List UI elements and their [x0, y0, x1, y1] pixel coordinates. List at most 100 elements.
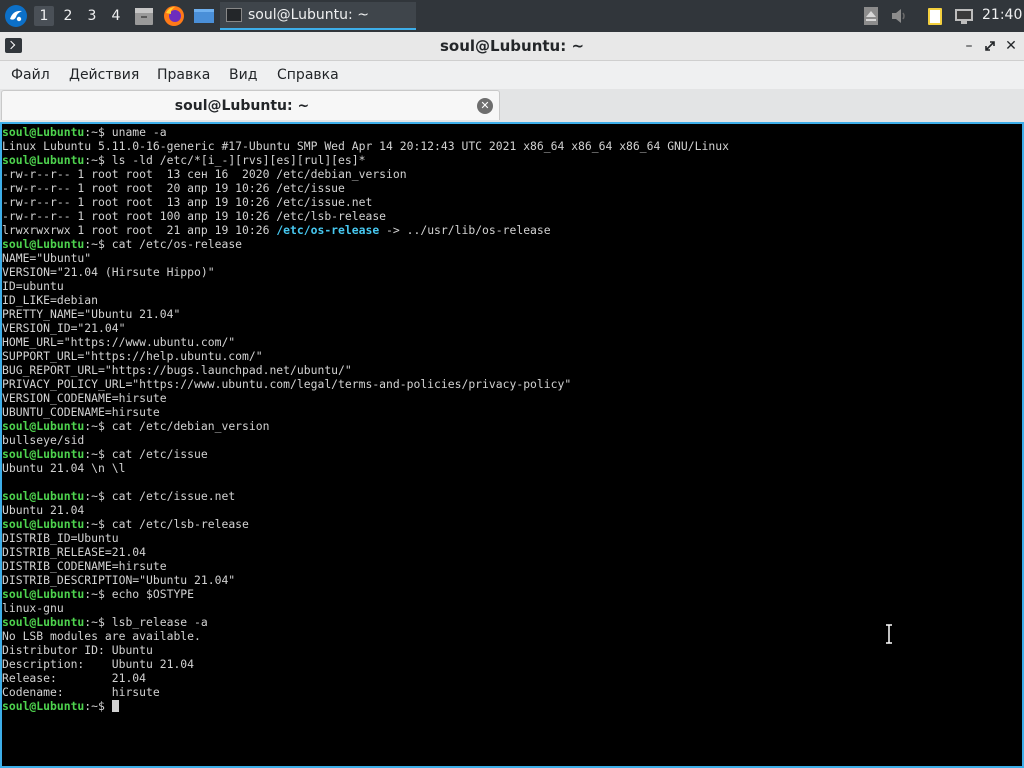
tab-terminal[interactable]: soul@Lubuntu: ~ ✕ [1, 90, 500, 120]
task-label: soul@Lubuntu: ~ [248, 7, 369, 23]
file-manager-icon[interactable] [133, 5, 155, 27]
maximize-icon[interactable] [981, 37, 999, 55]
terminal-icon [226, 8, 242, 22]
output-text: PRIVACY_POLICY_URL="https://www.ubuntu.c… [2, 377, 572, 391]
output-text: -rw-r--r-- 1 root root 13 апр 19 10:26 /… [2, 195, 373, 209]
terminal-line: lrwxrwxrwx 1 root root 21 апр 19 10:26 /… [2, 223, 729, 237]
terminal-output: soul@Lubuntu:~$ uname -a Linux Lubuntu 5.… [2, 125, 729, 713]
window-title: soul@Lubuntu: ~ [439, 37, 585, 55]
workspace-4[interactable]: 4 [106, 6, 126, 26]
prompt-user-host: soul@Lubuntu [2, 517, 85, 531]
workspace-1[interactable]: 1 [34, 6, 54, 26]
output-text: VERSION_CODENAME=hirsute [2, 391, 167, 405]
terminal-line: UBUNTU_CODENAME=hirsute [2, 405, 729, 419]
clock[interactable]: 21:40 [982, 7, 1022, 23]
taskbar-task-terminal[interactable]: soul@Lubuntu: ~ [220, 2, 416, 30]
terminal-line: Distributor ID: Ubuntu [2, 643, 729, 657]
clipboard-icon[interactable] [925, 6, 945, 26]
terminal-line: PRETTY_NAME="Ubuntu 21.04" [2, 307, 729, 321]
lubuntu-menu-icon[interactable] [4, 4, 28, 28]
terminal-line: soul@Lubuntu:~$ cat /etc/lsb-release [2, 517, 729, 531]
output-text: -rw-r--r-- 1 root root 100 апр 19 10:26 … [2, 209, 387, 223]
terminal-line: bullseye/sid [2, 433, 729, 447]
output-text: DISTRIB_CODENAME=hirsute [2, 559, 167, 573]
menu-actions[interactable]: Действия [69, 67, 139, 83]
menu-file[interactable]: Файл [11, 67, 50, 83]
output-text: PRETTY_NAME="Ubuntu 21.04" [2, 307, 181, 321]
terminal-line: soul@Lubuntu:~$ cat /etc/issue [2, 447, 729, 461]
network-icon[interactable] [954, 6, 974, 26]
terminal-line: DISTRIB_CODENAME=hirsute [2, 559, 729, 573]
menu-edit[interactable]: Правка [157, 67, 210, 83]
prompt-path: :~$ [84, 699, 105, 713]
minimize-button[interactable]: – [960, 37, 978, 55]
output-text: DISTRIB_DESCRIPTION="Ubuntu 21.04" [2, 573, 236, 587]
prompt-user-host: soul@Lubuntu [2, 489, 85, 503]
tab-close-icon[interactable]: ✕ [477, 98, 493, 114]
output-text: ID=ubuntu [2, 279, 64, 293]
terminal-line: PRIVACY_POLICY_URL="https://www.ubuntu.c… [2, 377, 729, 391]
output-text: BUG_REPORT_URL="https://bugs.launchpad.n… [2, 363, 352, 377]
tab-title: soul@Lubuntu: ~ [174, 98, 310, 114]
output-text: Codename: hirsute [2, 685, 160, 699]
output-text: -rw-r--r-- 1 root root 20 апр 19 10:26 /… [2, 181, 345, 195]
desktop-icon[interactable] [193, 5, 215, 27]
tab-bar: soul@Lubuntu: ~ ✕ [0, 89, 1024, 122]
prompt-user-host: soul@Lubuntu [2, 615, 85, 629]
prompt-path: :~$ [84, 615, 105, 629]
terminal-line: soul@Lubuntu:~$ lsb_release -a [2, 615, 729, 629]
terminal-line: Release: 21.04 [2, 671, 729, 685]
command-text: echo $OSTYPE [104, 587, 195, 601]
terminal-line: No LSB modules are available. [2, 629, 729, 643]
output-text: SUPPORT_URL="https://help.ubuntu.com/" [2, 349, 263, 363]
volume-icon[interactable] [889, 6, 909, 26]
output-text: No LSB modules are available. [2, 629, 201, 643]
workspace-2[interactable]: 2 [58, 6, 78, 26]
terminal-line: Codename: hirsute [2, 685, 729, 699]
terminal-line: BUG_REPORT_URL="https://bugs.launchpad.n… [2, 363, 729, 377]
terminal-line: Linux Lubuntu 5.11.0-16-generic #17-Ubun… [2, 139, 729, 153]
terminal-line: DISTRIB_ID=Ubuntu [2, 531, 729, 545]
firefox-icon[interactable] [163, 5, 185, 27]
prompt-user-host: soul@Lubuntu [2, 419, 85, 433]
output-text: -rw-r--r-- 1 root root 13 сен 16 2020 /e… [2, 167, 407, 181]
terminal-view[interactable]: soul@Lubuntu:~$ uname -a Linux Lubuntu 5.… [0, 122, 1024, 768]
prompt-user-host: soul@Lubuntu [2, 125, 85, 139]
command-text: lsb_release -a [104, 615, 208, 629]
text-cursor-icon [886, 624, 892, 644]
terminal-line: soul@Lubuntu:~$ [2, 699, 729, 713]
terminal-line: soul@Lubuntu:~$ ls -ld /etc/*[i_-][rvs][… [2, 153, 729, 167]
terminal-line: SUPPORT_URL="https://help.ubuntu.com/" [2, 349, 729, 363]
workspace-3[interactable]: 3 [82, 6, 102, 26]
terminal-line: soul@Lubuntu:~$ echo $OSTYPE [2, 587, 729, 601]
command-text: ls -ld /etc/*[i_-][rvs][es][rul][es]* [104, 153, 366, 167]
prompt-user-host: soul@Lubuntu [2, 153, 85, 167]
output-text: DISTRIB_ID=Ubuntu [2, 531, 119, 545]
prompt-path: :~$ [84, 237, 105, 251]
terminal-line: DISTRIB_DESCRIPTION="Ubuntu 21.04" [2, 573, 729, 587]
menu-help[interactable]: Справка [277, 67, 339, 83]
terminal-line: linux-gnu [2, 601, 729, 615]
output-text: NAME="Ubuntu" [2, 251, 92, 265]
output-text: DISTRIB_RELEASE=21.04 [2, 545, 147, 559]
terminal-line: Ubuntu 21.04 \n \l [2, 461, 729, 475]
close-button[interactable]: ✕ [1002, 37, 1020, 55]
terminal-line: soul@Lubuntu:~$ cat /etc/debian_version [2, 419, 729, 433]
prompt-user-host: soul@Lubuntu [2, 587, 85, 601]
eject-icon[interactable] [861, 6, 881, 26]
prompt-path: :~$ [84, 517, 105, 531]
prompt-path: :~$ [84, 125, 105, 139]
output-text: bullseye/sid [2, 433, 85, 447]
window-titlebar[interactable]: soul@Lubuntu: ~ – ✕ [0, 32, 1024, 61]
output-text: Description: Ubuntu 21.04 [2, 657, 195, 671]
terminal-line: Description: Ubuntu 21.04 [2, 657, 729, 671]
terminal-line: soul@Lubuntu:~$ cat /etc/issue.net [2, 489, 729, 503]
menu-view[interactable]: Вид [229, 67, 257, 83]
terminal-line: VERSION="21.04 (Hirsute Hippo)" [2, 265, 729, 279]
terminal-line: -rw-r--r-- 1 root root 20 апр 19 10:26 /… [2, 181, 729, 195]
terminal-cursor [111, 700, 119, 712]
prompt-path: :~$ [84, 153, 105, 167]
output-text: HOME_URL="https://www.ubuntu.com/" [2, 335, 236, 349]
terminal-line: ID_LIKE=debian [2, 293, 729, 307]
